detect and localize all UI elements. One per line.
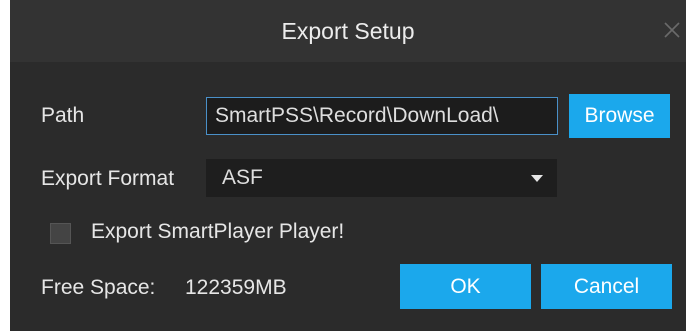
export-format-select[interactable]: ASF (206, 159, 557, 197)
close-icon[interactable] (662, 20, 682, 40)
free-space-label: Free Space: (41, 276, 156, 299)
dialog-title: Export Setup (281, 18, 415, 44)
free-space-value: 122359MB (185, 276, 287, 299)
ok-button[interactable]: OK (400, 264, 531, 309)
cancel-button[interactable]: Cancel (541, 264, 672, 309)
dialog-titlebar: Export Setup (10, 0, 686, 62)
export-player-checkbox[interactable] (50, 223, 71, 244)
path-input[interactable] (206, 97, 558, 135)
browse-button[interactable]: Browse (569, 94, 670, 138)
chevron-down-icon (531, 175, 543, 182)
export-player-label[interactable]: Export SmartPlayer Player! (91, 220, 344, 244)
path-label: Path (41, 104, 85, 127)
export-format-value: ASF (222, 166, 263, 189)
export-format-label: Export Format (41, 167, 175, 190)
export-setup-dialog: Export Setup Path Browse Export Format A… (10, 0, 686, 331)
